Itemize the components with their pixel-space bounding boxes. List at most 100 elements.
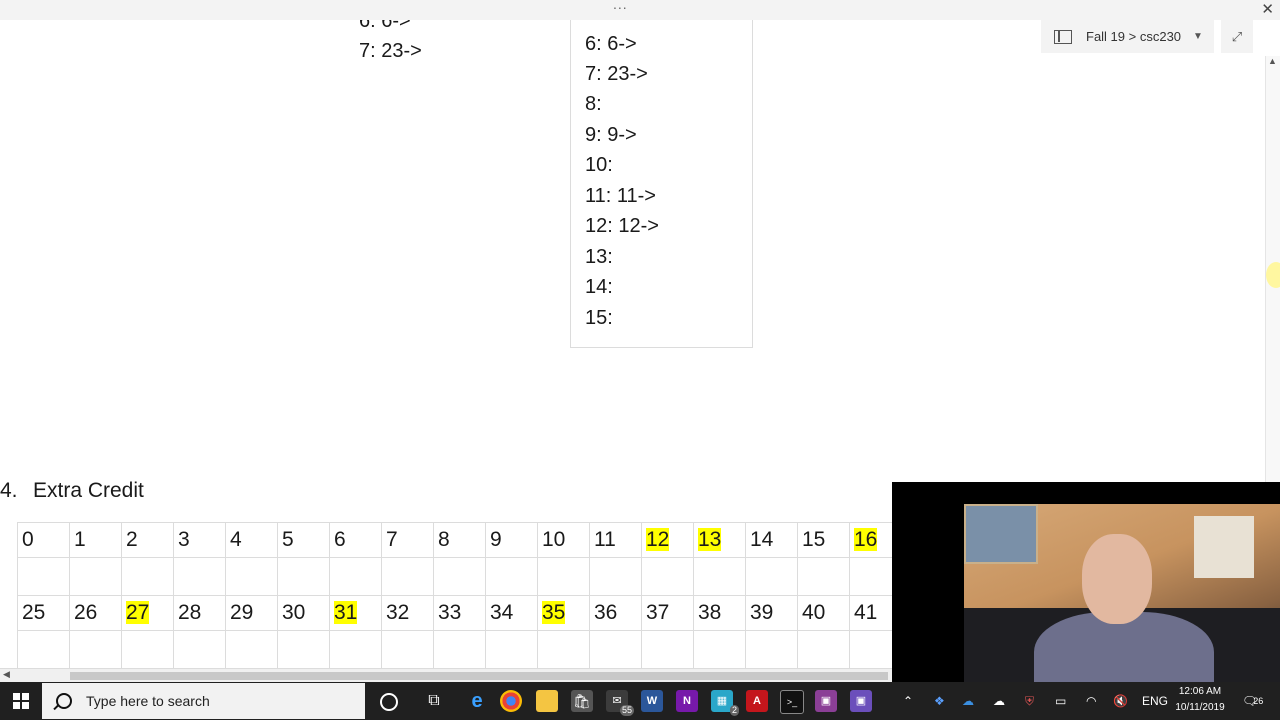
- grid-cell: [277, 630, 330, 669]
- expand-icon[interactable]: ⤢: [1221, 20, 1253, 53]
- left-col-line: 7: 23->: [359, 40, 422, 62]
- close-icon[interactable]: ✕: [1261, 0, 1274, 18]
- chevron-up-icon[interactable]: ⌃: [903, 682, 913, 720]
- section-title: Extra Credit: [33, 479, 144, 502]
- grid-cell: 30: [277, 595, 330, 631]
- grid-cell: [277, 557, 330, 596]
- grid-cell: [693, 557, 746, 596]
- grid-cell: 8: [433, 522, 486, 558]
- horizontal-scrollbar[interactable]: ◀: [0, 668, 892, 683]
- dropbox-icon[interactable]: ❖: [934, 682, 945, 720]
- hash-line: 7: 23->: [585, 63, 648, 85]
- edge-icon[interactable]: e: [466, 690, 488, 712]
- file-explorer-icon[interactable]: [536, 690, 558, 712]
- grid-cell-value: 26: [74, 601, 98, 624]
- notebook-icon: [1054, 29, 1072, 44]
- grid-row: [17, 557, 902, 596]
- cursor-highlight: [1266, 262, 1280, 288]
- grid-cell-value: 6: [334, 528, 346, 551]
- onedrive-icon[interactable]: ☁: [962, 682, 974, 720]
- taskbar-clock[interactable]: 12:06 AM 10/11/2019: [1170, 684, 1230, 716]
- grid-cell-value: 31: [334, 601, 358, 624]
- teams2-icon[interactable]: ▣: [850, 690, 872, 712]
- breadcrumb-text: Fall 19 > csc230: [1086, 29, 1182, 44]
- grid-cell: 2: [121, 522, 174, 558]
- grid-cell: [693, 630, 746, 669]
- wall-note: [1194, 516, 1254, 578]
- terminal-icon[interactable]: >_: [780, 690, 804, 714]
- grid-cell-value: 28: [178, 601, 202, 624]
- grid-cell-value: 25: [22, 601, 46, 624]
- grid-cell: [433, 630, 486, 669]
- grid-cell: [17, 630, 70, 669]
- grid-cell: [537, 557, 590, 596]
- wifi-icon[interactable]: ◠: [1086, 682, 1096, 720]
- volume-icon[interactable]: 🔇: [1113, 682, 1128, 720]
- grid-cell: [381, 630, 434, 669]
- grid-cell-value: 36: [594, 601, 618, 624]
- grid-cell: [121, 557, 174, 596]
- mail-icon[interactable]: ✉ 55: [606, 690, 634, 716]
- grid-cell: [589, 557, 642, 596]
- language-indicator[interactable]: ENG: [1142, 682, 1168, 720]
- chevron-down-icon[interactable]: ▼: [1193, 31, 1203, 42]
- grid-cell: 14: [745, 522, 798, 558]
- battery-icon[interactable]: ▭: [1055, 682, 1066, 720]
- grid-cell: 38: [693, 595, 746, 631]
- notification-count: 26: [1253, 696, 1264, 706]
- cortana-icon[interactable]: [380, 693, 398, 711]
- scroll-up-icon[interactable]: ▲: [1268, 56, 1277, 66]
- task-view-icon[interactable]: ⧉: [423, 690, 445, 712]
- cloud-icon[interactable]: ☁: [993, 682, 1005, 720]
- grid-cell: [173, 557, 226, 596]
- grid-cell: [225, 557, 278, 596]
- app-icon[interactable]: ▦ 2: [711, 690, 739, 716]
- grid-cell-value: 33: [438, 601, 462, 624]
- grid-cell: 7: [381, 522, 434, 558]
- grid-cell-value: 40: [802, 601, 826, 624]
- acrobat-icon[interactable]: A: [746, 690, 768, 712]
- onenote-icon[interactable]: N: [676, 690, 698, 712]
- grid-cell: [121, 630, 174, 669]
- more-dots[interactable]: ...: [613, 0, 628, 12]
- grid-cell: 29: [225, 595, 278, 631]
- grid-cell: 27: [121, 595, 174, 631]
- grid-cell-value: 3: [178, 528, 190, 551]
- extra-credit-grid: 0 1 2 3 4 5 6 7 8 9 10 11 12 13 14 15 16 25 26 27 28 29 30 31 3…: [17, 522, 902, 669]
- grid-cell-value: 37: [646, 601, 670, 624]
- grid-cell: 33: [433, 595, 486, 631]
- grid-cell: 39: [745, 595, 798, 631]
- grid-cell: [797, 557, 850, 596]
- grid-cell-value: 15: [802, 528, 826, 551]
- windows-logo-icon[interactable]: [13, 693, 29, 709]
- app-badge: 2: [729, 705, 739, 716]
- store-icon[interactable]: 🛍: [571, 690, 593, 712]
- section-number: 4.: [0, 479, 18, 502]
- grid-cell: [641, 630, 694, 669]
- notification-icon[interactable]: 🗨 26: [1242, 682, 1263, 720]
- grid-cell: 11: [589, 522, 642, 558]
- grid-cell: 3: [173, 522, 226, 558]
- grid-cell: [641, 557, 694, 596]
- scroll-thumb[interactable]: [70, 672, 888, 680]
- grid-cell: 34: [485, 595, 538, 631]
- taskbar-search[interactable]: Type here to search: [42, 683, 365, 719]
- word-icon[interactable]: W: [641, 690, 663, 712]
- grid-cell-value: 16: [854, 528, 878, 551]
- scroll-left-icon[interactable]: ◀: [3, 669, 10, 680]
- taskbar: Type here to search ⧉ e 🛍 ✉ 55 W N ▦ 2 A >…: [0, 682, 1280, 720]
- grid-cell: 40: [797, 595, 850, 631]
- notebook-breadcrumb[interactable]: Fall 19 > csc230 ▼: [1041, 20, 1214, 53]
- hash-line: 10:: [585, 154, 613, 176]
- chrome-icon[interactable]: [500, 690, 522, 712]
- teams-icon[interactable]: ▣: [815, 690, 837, 712]
- hash-line: 13:: [585, 246, 613, 268]
- grid-cell-value: 10: [542, 528, 566, 551]
- grid-cell-value: 32: [386, 601, 410, 624]
- grid-cell: [329, 557, 382, 596]
- clock-time: 12:06 AM: [1178, 686, 1222, 697]
- grid-cell-value: 12: [646, 528, 670, 551]
- grid-cell-value: 38: [698, 601, 722, 624]
- grid-cell-value: 5: [282, 528, 294, 551]
- shield-icon[interactable]: ⛨: [1025, 682, 1034, 720]
